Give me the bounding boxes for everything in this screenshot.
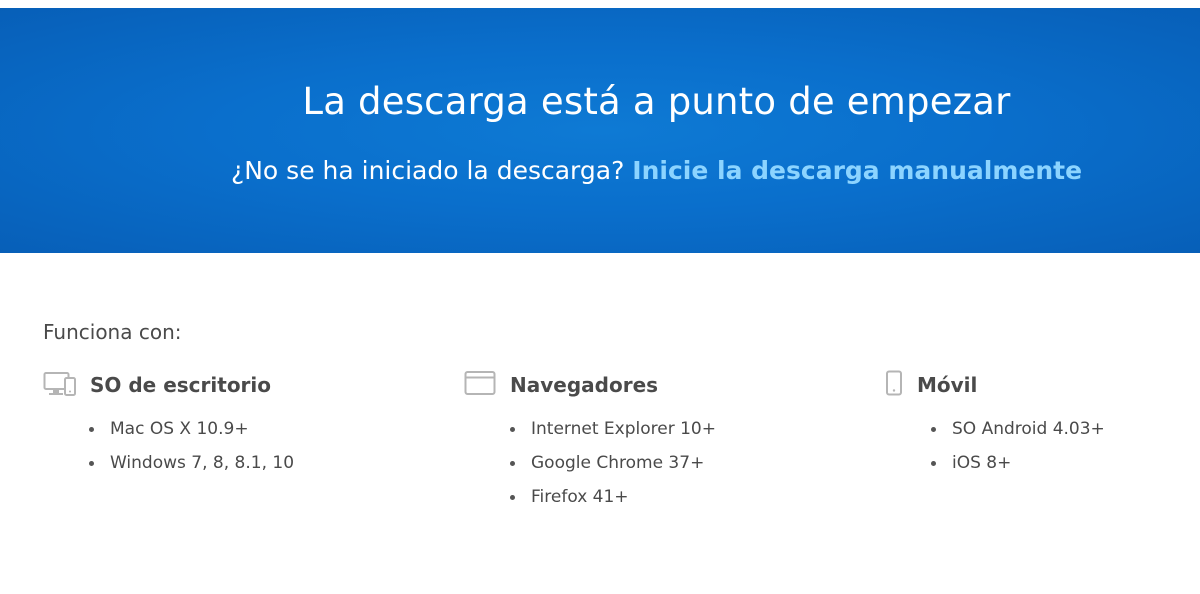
- list-item: Google Chrome 37+: [510, 453, 716, 487]
- list-item: Windows 7, 8, 8.1, 10: [89, 453, 294, 487]
- compat-list: SO Android 4.03+ iOS 8+: [885, 419, 1105, 487]
- compat-column-title: Navegadores: [510, 373, 659, 397]
- compat-list: Mac OS X 10.9+ Windows 7, 8, 8.1, 10: [43, 419, 294, 487]
- compat-column-title: Móvil: [917, 373, 978, 397]
- works-with-heading: Funciona con:: [43, 320, 182, 344]
- top-strip: [0, 0, 1200, 8]
- compat-column-desktop: SO de escritorio Mac OS X 10.9+ Windows …: [43, 368, 294, 487]
- list-item: Mac OS X 10.9+: [89, 419, 294, 453]
- compat-column-header: SO de escritorio: [43, 368, 294, 402]
- download-hint-text: ¿No se ha iniciado la descarga?: [230, 156, 633, 185]
- compat-column-mobile: Móvil SO Android 4.03+ iOS 8+: [885, 368, 1105, 487]
- browser-icon: [464, 370, 496, 400]
- compat-column-header: Móvil: [885, 368, 1105, 402]
- page-title: La descarga está a punto de empezar: [302, 80, 1011, 123]
- download-banner: La descarga está a punto de empezar ¿No …: [0, 8, 1200, 253]
- manual-download-link[interactable]: Inicie la descarga manualmente: [632, 156, 1082, 185]
- list-item: SO Android 4.03+: [931, 419, 1105, 453]
- mobile-icon: [885, 370, 903, 400]
- compat-list: Internet Explorer 10+ Google Chrome 37+ …: [464, 419, 716, 521]
- compat-column-title: SO de escritorio: [90, 373, 272, 397]
- desktop-icon: [43, 370, 76, 400]
- compat-column-browsers: Navegadores Internet Explorer 10+ Google…: [464, 368, 716, 521]
- list-item: iOS 8+: [931, 453, 1105, 487]
- download-hint: ¿No se ha iniciado la descarga? Inicie l…: [0, 156, 1200, 185]
- list-item: Internet Explorer 10+: [510, 419, 716, 453]
- compat-column-header: Navegadores: [464, 368, 716, 402]
- list-item: Firefox 41+: [510, 487, 716, 521]
